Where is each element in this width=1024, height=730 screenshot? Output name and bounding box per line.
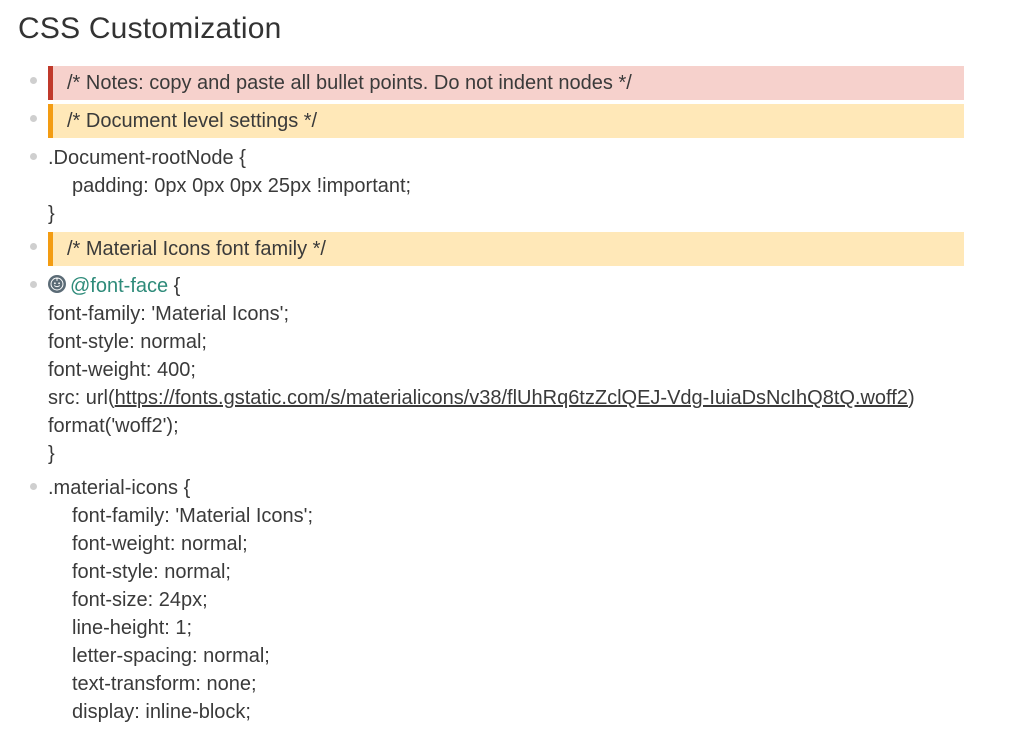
css-fontface-block: @font-face {font-family: 'Material Icons… — [48, 270, 1024, 468]
list-item: /* Document level settings */ — [8, 104, 1024, 138]
reddit-face-icon — [48, 275, 66, 293]
css-comment: /* Material Icons font family */ — [48, 232, 964, 266]
list-item: @font-face {font-family: 'Material Icons… — [8, 270, 1024, 468]
css-snippet-list: /* Notes: copy and paste all bullet poin… — [0, 66, 1024, 726]
list-item: .Document-rootNode {padding: 0px 0px 0px… — [8, 142, 1024, 228]
list-item: .material-icons {font-family: 'Material … — [8, 472, 1024, 726]
page-title: CSS Customization — [18, 8, 1024, 50]
at-rule: @font-face — [70, 275, 168, 297]
css-comment: /* Document level settings */ — [48, 104, 964, 138]
css-code-block: .Document-rootNode {padding: 0px 0px 0px… — [48, 142, 1024, 228]
css-comment: /* Notes: copy and paste all bullet poin… — [48, 66, 964, 100]
css-code-block: .material-icons {font-family: 'Material … — [48, 472, 1024, 726]
font-url-link[interactable]: https://fonts.gstatic.com/s/materialicon… — [115, 387, 908, 409]
list-item: /* Material Icons font family */ — [8, 232, 1024, 266]
list-item: /* Notes: copy and paste all bullet poin… — [8, 66, 1024, 100]
